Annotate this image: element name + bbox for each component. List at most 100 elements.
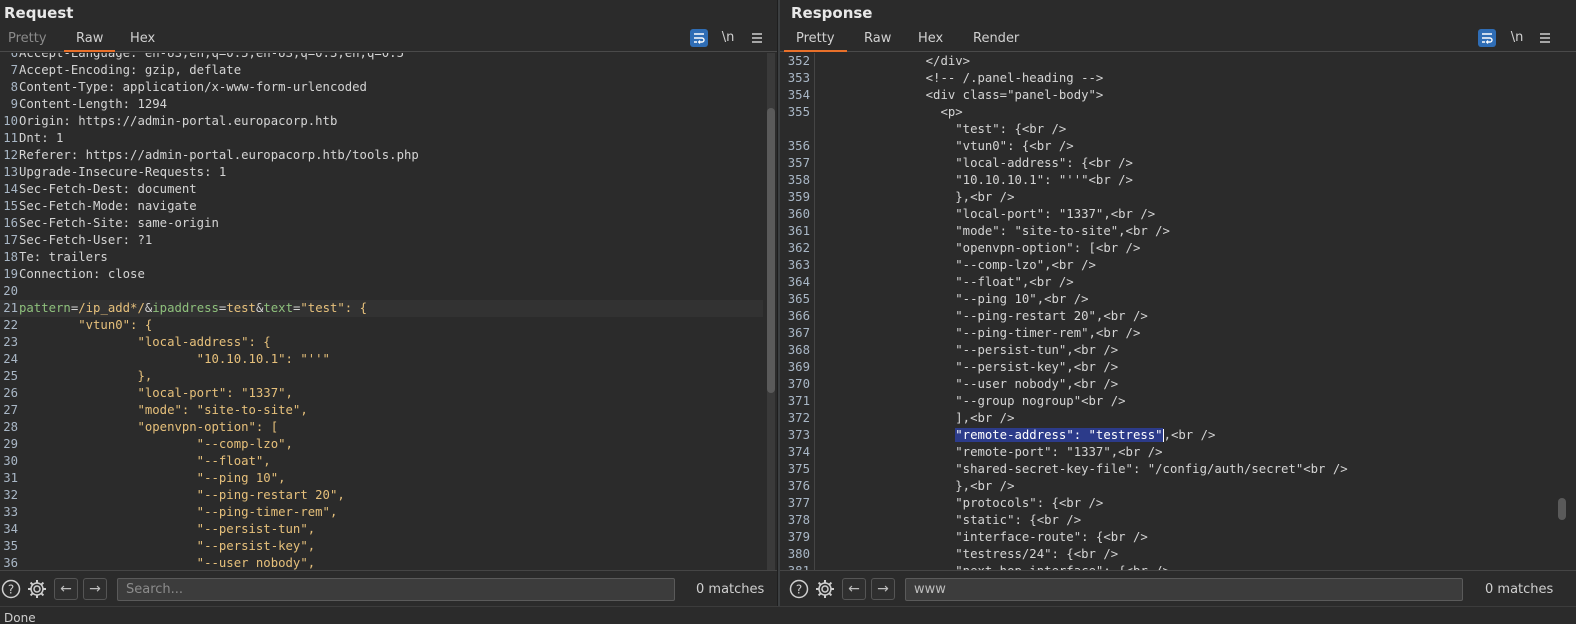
code-text: "protocols": {<br /> [822, 495, 1103, 512]
line-number: 12 [3, 148, 18, 162]
line-number: 15 [3, 199, 18, 213]
response-search-input[interactable] [905, 578, 1463, 601]
request-search-bar: ? ← → 0 matches [0, 570, 777, 606]
code-text: <div class="panel-body"> [822, 87, 1104, 104]
code-line: 10 Origin: https://admin-portal.europacor… [0, 113, 763, 130]
request-search-input[interactable] [117, 578, 675, 601]
code-line: 354 <div class="panel-body"> [780, 87, 1562, 104]
code-token: ipaddress [152, 301, 219, 315]
code-token: "vtun0": {<br /> [822, 139, 1074, 153]
code-token: </div> [822, 54, 971, 68]
code-text: "--persist-tun",<br /> [822, 342, 1118, 359]
arrow-left-icon[interactable]: ← [54, 578, 78, 600]
code-token: "remote-port": "1337",<br /> [822, 445, 1163, 459]
code-text: "--persist-key", [19, 538, 315, 555]
line-number: 375 [787, 462, 810, 476]
line-number: 359 [787, 190, 810, 204]
code-line: 371 "--group nogroup"<br /> [780, 393, 1562, 410]
code-text: Upgrade-Insecure-Requests: 1 [19, 164, 226, 181]
code-line: 359 },<br /> [780, 189, 1562, 206]
code-line: 25 }, [0, 368, 763, 385]
response-tab-pretty[interactable]: Pretty [784, 31, 846, 52]
code-text: "shared-secret-key-file": "/config/auth/… [822, 461, 1348, 478]
code-line: 366 "--ping-restart 20",<br /> [780, 308, 1562, 325]
newline-toggle[interactable]: \n [719, 29, 737, 47]
newline-toggle[interactable]: \n [1508, 29, 1526, 47]
line-number: 8 [10, 80, 18, 94]
code-text: "test": {<br /> [822, 121, 1066, 138]
code-token: <p> [822, 105, 963, 119]
line-number: 31 [3, 471, 18, 485]
request-scrollbar-thumb[interactable] [767, 108, 775, 393]
arrow-right-icon[interactable]: → [83, 578, 107, 600]
code-text: "vtun0": {<br /> [822, 138, 1074, 155]
code-text: "--persist-key",<br /> [822, 359, 1118, 376]
response-tab-render[interactable]: Render [973, 31, 1019, 46]
code-line: 36 "--user nobody", [0, 555, 763, 570]
request-editor[interactable]: 6 Accept-Language: en-US,en;q=0.5,en-US;q… [0, 53, 777, 570]
code-text: "--ping-restart 20", [19, 487, 345, 504]
code-token: "--comp-lzo", [19, 437, 293, 451]
request-tab-raw[interactable]: Raw [63, 31, 116, 52]
code-line: 26 "local-port": "1337", [0, 385, 763, 402]
arrow-right-icon[interactable]: → [871, 578, 895, 600]
code-token: Sec-Fetch-Dest: document [19, 182, 197, 196]
arrow-left-icon[interactable]: ← [842, 578, 866, 600]
code-token: "local-address": {<br /> [822, 156, 1133, 170]
code-token: "openvpn-option": [ [19, 420, 279, 434]
settings-icon[interactable] [814, 578, 836, 600]
settings-icon[interactable] [26, 578, 48, 600]
line-number: 360 [787, 207, 810, 221]
hamburger-menu-icon[interactable] [748, 29, 766, 47]
line-number: 16 [3, 216, 18, 230]
line-number: 378 [787, 513, 810, 527]
code-line: 373 "remote-address": "testress",<br /> [780, 427, 1562, 444]
code-token: "10.10.10.1": "''"<br /> [822, 173, 1133, 187]
code-line: 32 "--ping-restart 20", [0, 487, 763, 504]
response-scrollbar-thumb[interactable] [1558, 498, 1566, 520]
code-token: "shared-secret-key-file": "/config/auth/… [822, 462, 1348, 476]
code-text: pattern=/ip_add*/&ipaddress=test&text="t… [19, 300, 367, 317]
line-number: 9 [10, 97, 18, 111]
code-token: Sec-Fetch-Site: same-origin [19, 216, 219, 230]
code-token: "--ping-restart 20",<br /> [822, 309, 1148, 323]
code-line: 356 "vtun0": {<br /> [780, 138, 1562, 155]
help-icon[interactable]: ? [0, 578, 22, 600]
help-icon[interactable]: ? [788, 578, 810, 600]
request-scrollbar[interactable] [767, 53, 775, 570]
code-line: 380 "testress/24": {<br /> [780, 546, 1562, 563]
code-token: "local-address": { [19, 335, 271, 349]
line-number: 374 [787, 445, 810, 459]
code-text: "local-port": "1337",<br /> [822, 206, 1155, 223]
code-token: "--user nobody", [19, 556, 316, 570]
code-token: Content-Length: 1294 [19, 97, 168, 111]
code-token: Sec-Fetch-User: ?1 [19, 233, 153, 247]
code-text: "static": {<br /> [822, 512, 1081, 529]
hamburger-menu-icon[interactable] [1536, 29, 1554, 47]
line-number: 371 [787, 394, 810, 408]
code-text: Referer: https://admin-portal.europacorp… [19, 147, 419, 164]
line-number: 19 [3, 267, 18, 281]
code-token: "local-port": "1337", [19, 386, 293, 400]
wrap-lines-icon[interactable] [690, 29, 708, 47]
code-text: <!-- /.panel-heading --> [822, 70, 1104, 87]
request-tab-pretty[interactable]: Pretty [8, 31, 47, 46]
code-line: 20 [0, 283, 763, 300]
code-token: <!-- /.panel-heading --> [822, 71, 1104, 85]
response-tab-raw[interactable]: Raw [864, 31, 891, 46]
wrap-lines-icon[interactable] [1478, 29, 1496, 47]
code-line: 17 Sec-Fetch-User: ?1 [0, 232, 763, 249]
response-tab-hex[interactable]: Hex [918, 31, 943, 46]
code-line: 361 "mode": "site-to-site",<br /> [780, 223, 1562, 240]
response-editor[interactable]: 352 </div> 353 <!-- /.panel-heading --> 35… [780, 53, 1576, 570]
line-number: 10 [3, 114, 18, 128]
request-tab-hex[interactable]: Hex [130, 31, 155, 46]
response-scrollbar[interactable] [1558, 53, 1566, 570]
code-line: 8 Content-Type: application/x-www-form-ur… [0, 79, 763, 96]
code-text: ],<br /> [822, 410, 1014, 427]
code-text: Connection: close [19, 266, 145, 283]
code-line: 355 <p> [780, 104, 1562, 121]
code-token: "--ping 10",<br /> [822, 292, 1089, 306]
code-line: 18 Te: trailers [0, 249, 763, 266]
code-line: 377 "protocols": {<br /> [780, 495, 1562, 512]
